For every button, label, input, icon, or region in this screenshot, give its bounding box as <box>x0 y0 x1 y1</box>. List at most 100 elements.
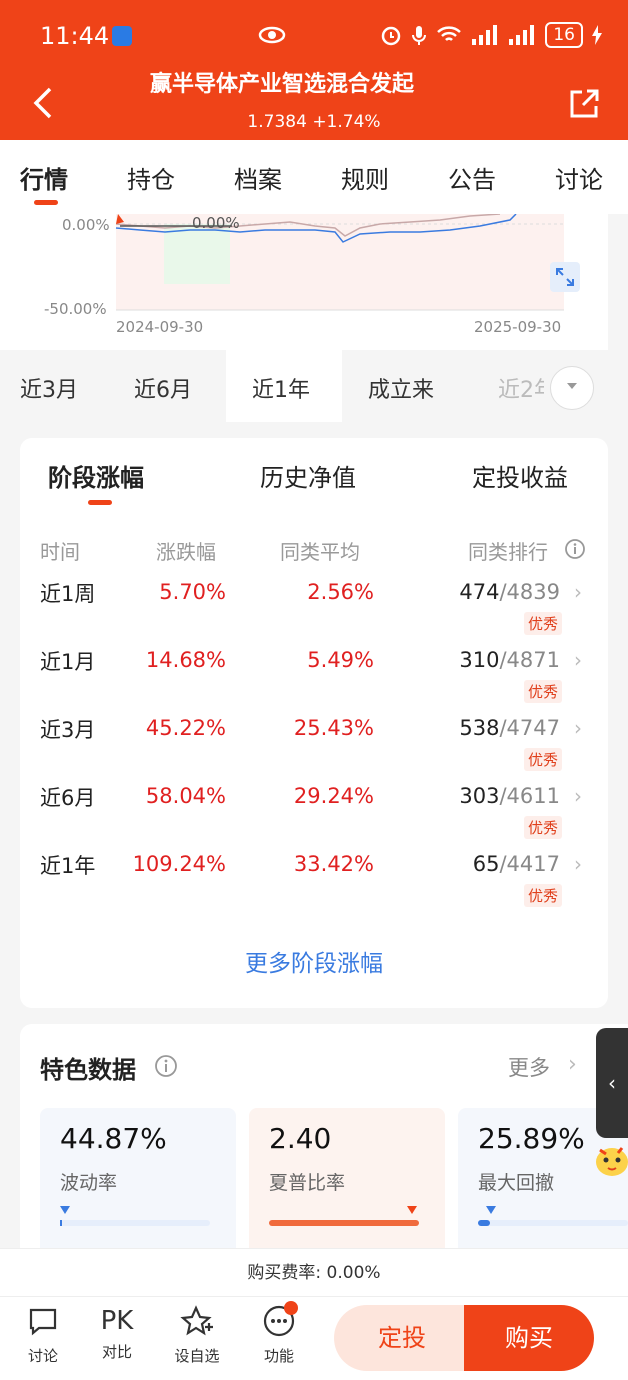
row-change: 58.04% <box>145 784 226 808</box>
row-rank-total: /4611 <box>499 784 560 808</box>
fund-title: 赢半导体产业智选混合发起 <box>150 72 415 97</box>
discuss-label: 讨论 <box>27 1347 58 1365</box>
period-tab-2y[interactable]: 近2年 <box>498 372 544 404</box>
alarm-icon <box>382 26 401 46</box>
mascot-icon[interactable] <box>592 1138 628 1178</box>
signal-2-icon <box>509 25 535 45</box>
row-rank-value: 310 <box>459 648 500 672</box>
feature-data-card: 特色数据 更多 › 44.87% 波动率 2.40 夏普比率 25.89% 最大… <box>20 1024 628 1268</box>
rank-badge: 优秀 <box>523 884 562 907</box>
fund-nav-change: +1.74% <box>312 112 381 132</box>
header-peer-rank: 同类排行 <box>468 540 548 564</box>
buy-button[interactable]: 购买 <box>464 1305 594 1371</box>
tab-indicator <box>34 200 58 205</box>
compare-button[interactable]: PK 对比 <box>82 1305 152 1362</box>
metric-value: 44.87% <box>60 1122 167 1155</box>
info-icon[interactable] <box>564 538 586 560</box>
table-row[interactable]: 近1年 109.24% 33.42% 65/4417 › 优秀 <box>20 850 608 918</box>
row-rank: 538/4747 <box>459 716 560 740</box>
functions-button[interactable]: 功能 <box>244 1301 314 1366</box>
tab-discussion[interactable]: 讨论 <box>555 160 603 195</box>
y-tick-1: -50.00% <box>44 300 107 318</box>
share-icon[interactable] <box>568 88 600 120</box>
mic-icon <box>412 26 427 45</box>
row-peer-avg: 25.43% <box>293 716 374 740</box>
app-header: 11:44 16 赢半导体产业智选混合发起 1.7384 +1.74% <box>0 0 628 140</box>
header-peer-avg: 同类平均 <box>280 540 360 564</box>
row-period: 近1年 <box>40 854 96 878</box>
wifi-icon <box>437 26 462 41</box>
card-tab-history-nav[interactable]: 历史净值 <box>260 458 356 493</box>
chevron-right-icon: › <box>574 784 582 808</box>
chevron-right-icon: › <box>574 716 582 740</box>
row-rank: 65/4417 <box>473 852 560 876</box>
charging-icon <box>592 25 602 45</box>
metric-value: 2.40 <box>269 1122 332 1155</box>
header-change: 涨跌幅 <box>156 540 216 564</box>
metric-volatility[interactable]: 44.87% 波动率 <box>40 1108 236 1268</box>
chat-icon <box>29 1308 57 1336</box>
metric-label: 波动率 <box>60 1172 118 1194</box>
tab-market[interactable]: 行情 <box>20 160 68 195</box>
row-rank: 303/4611 <box>459 784 560 808</box>
chart-inline-label: 0.00% <box>192 214 240 232</box>
purchase-fee-bar: 购买费率: 0.00% <box>0 1248 628 1296</box>
period-tab-since-inception[interactable]: 成立来 <box>368 372 434 404</box>
add-watchlist-button[interactable]: 设自选 <box>162 1305 232 1366</box>
row-period: 近6月 <box>40 786 96 810</box>
app-notification-icon <box>112 26 132 46</box>
info-icon[interactable] <box>154 1054 178 1078</box>
metric-bar <box>269 1220 419 1226</box>
marker-icon <box>407 1206 417 1214</box>
row-rank-total: /4871 <box>499 648 560 672</box>
row-rank-total: /4417 <box>499 852 560 876</box>
fund-nav-value: 1.7384 <box>247 112 307 132</box>
metric-sharpe[interactable]: 2.40 夏普比率 <box>249 1108 445 1268</box>
table-row[interactable]: 近1月 14.68% 5.49% 310/4871 › 优秀 <box>20 646 608 714</box>
performance-chart[interactable]: 0.00% 0.00% -50.00% 2024-09-30 2025-09-3… <box>0 213 608 350</box>
card-tab-stage-returns[interactable]: 阶段涨幅 <box>48 458 144 493</box>
row-rank-value: 474 <box>459 580 500 604</box>
row-change: 14.68% <box>145 648 226 672</box>
row-change: 5.70% <box>159 580 226 604</box>
table-row[interactable]: 近1周 5.70% 2.56% 474/4839 › 优秀 <box>20 578 608 646</box>
rank-badge: 优秀 <box>523 816 562 839</box>
discuss-button[interactable]: 讨论 <box>8 1305 78 1366</box>
row-rank-value: 538 <box>459 716 500 740</box>
sip-invest-button[interactable]: 定投 <box>334 1305 470 1371</box>
table-row[interactable]: 近6月 58.04% 29.24% 303/4611 › 优秀 <box>20 782 608 850</box>
period-dropdown-button[interactable] <box>550 366 594 410</box>
metric-bar <box>60 1220 210 1226</box>
period-tab-3m[interactable]: 近3月 <box>20 372 78 404</box>
metric-bar <box>478 1220 628 1226</box>
table-row[interactable]: 近3月 45.22% 25.43% 538/4747 › 优秀 <box>20 714 608 782</box>
card-tab-sip-returns[interactable]: 定投收益 <box>472 458 568 493</box>
main-tabs: 行情 持仓 档案 规则 公告 讨论 <box>0 140 628 214</box>
row-period: 近1月 <box>40 650 96 674</box>
marker-icon <box>486 1206 496 1214</box>
row-rank-value: 303 <box>459 784 500 808</box>
stage-returns-card: 阶段涨幅 历史净值 定投收益 时间 涨跌幅 同类平均 同类排行 近1周 5.70… <box>20 438 608 1008</box>
status-bar: 11:44 16 <box>0 20 628 54</box>
tab-holdings[interactable]: 持仓 <box>127 160 175 195</box>
more-stage-returns-link[interactable]: 更多阶段涨幅 <box>20 944 608 978</box>
period-tab-6m[interactable]: 近6月 <box>134 372 192 404</box>
chevron-right-icon: › <box>574 580 582 604</box>
metric-label: 最大回撤 <box>478 1172 555 1194</box>
side-collapse-tab[interactable]: ‹ <box>596 1028 628 1138</box>
feature-more-link[interactable]: 更多 <box>508 1052 550 1082</box>
row-peer-avg: 33.42% <box>293 852 374 876</box>
tab-announcements[interactable]: 公告 <box>448 160 496 195</box>
fund-nav-line: 1.7384 +1.74% <box>0 112 628 132</box>
row-change: 45.22% <box>145 716 226 740</box>
expand-chart-button[interactable] <box>550 262 580 292</box>
tab-rules[interactable]: 规则 <box>341 160 389 195</box>
bottom-action-bar: 讨论 PK 对比 设自选 功能 定投 购买 <box>0 1296 628 1380</box>
row-rank-value: 65 <box>472 852 500 876</box>
marker-icon <box>60 1206 70 1214</box>
metric-value: 25.89% <box>478 1122 585 1155</box>
card-tab-indicator <box>88 500 112 505</box>
period-tab-1y[interactable]: 近1年 <box>252 372 310 404</box>
status-time: 11:44 <box>40 22 110 50</box>
tab-profile[interactable]: 档案 <box>234 160 282 195</box>
